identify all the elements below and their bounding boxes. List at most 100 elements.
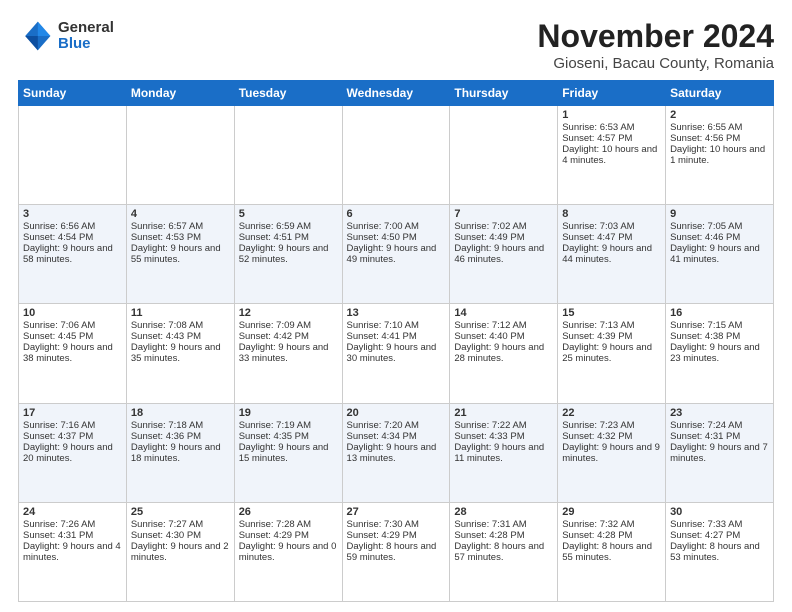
day-info: Sunrise: 7:15 AM	[670, 320, 769, 331]
day-number: 16	[670, 307, 769, 319]
calendar-header-row: SundayMondayTuesdayWednesdayThursdayFrid…	[19, 81, 774, 106]
day-info: Sunset: 4:37 PM	[23, 431, 122, 442]
day-info: Sunrise: 6:53 AM	[562, 122, 661, 133]
calendar-cell: 28Sunrise: 7:31 AMSunset: 4:28 PMDayligh…	[450, 502, 558, 601]
day-info: Sunset: 4:50 PM	[347, 232, 446, 243]
day-info: Daylight: 8 hours and 53 minutes.	[670, 541, 769, 563]
day-info: Daylight: 9 hours and 28 minutes.	[454, 342, 553, 364]
day-info: Sunrise: 7:03 AM	[562, 221, 661, 232]
weekday-header-monday: Monday	[126, 81, 234, 106]
calendar-cell: 4Sunrise: 6:57 AMSunset: 4:53 PMDaylight…	[126, 205, 234, 304]
day-number: 13	[347, 307, 446, 319]
day-info: Sunrise: 7:23 AM	[562, 420, 661, 431]
calendar-cell: 7Sunrise: 7:02 AMSunset: 4:49 PMDaylight…	[450, 205, 558, 304]
weekday-header-saturday: Saturday	[666, 81, 774, 106]
weekday-header-thursday: Thursday	[450, 81, 558, 106]
day-info: Daylight: 9 hours and 15 minutes.	[239, 442, 338, 464]
day-number: 21	[454, 407, 553, 419]
day-info: Sunset: 4:36 PM	[131, 431, 230, 442]
calendar-cell: 6Sunrise: 7:00 AMSunset: 4:50 PMDaylight…	[342, 205, 450, 304]
day-info: Daylight: 9 hours and 52 minutes.	[239, 243, 338, 265]
day-info: Daylight: 9 hours and 58 minutes.	[23, 243, 122, 265]
day-info: Sunrise: 7:20 AM	[347, 420, 446, 431]
day-info: Daylight: 9 hours and 25 minutes.	[562, 342, 661, 364]
weekday-header-friday: Friday	[558, 81, 666, 106]
weekday-header-wednesday: Wednesday	[342, 81, 450, 106]
day-info: Sunset: 4:34 PM	[347, 431, 446, 442]
day-info: Sunrise: 6:56 AM	[23, 221, 122, 232]
day-info: Sunrise: 7:19 AM	[239, 420, 338, 431]
day-info: Daylight: 9 hours and 20 minutes.	[23, 442, 122, 464]
day-number: 5	[239, 208, 338, 220]
day-info: Sunset: 4:28 PM	[454, 530, 553, 541]
day-info: Sunset: 4:46 PM	[670, 232, 769, 243]
calendar-cell: 20Sunrise: 7:20 AMSunset: 4:34 PMDayligh…	[342, 403, 450, 502]
day-info: Sunset: 4:54 PM	[23, 232, 122, 243]
calendar-cell	[342, 106, 450, 205]
day-info: Daylight: 9 hours and 7 minutes.	[670, 442, 769, 464]
calendar-cell	[234, 106, 342, 205]
day-info: Daylight: 9 hours and 11 minutes.	[454, 442, 553, 464]
calendar-cell: 15Sunrise: 7:13 AMSunset: 4:39 PMDayligh…	[558, 304, 666, 403]
logo-icon	[18, 18, 54, 54]
day-info: Daylight: 9 hours and 13 minutes.	[347, 442, 446, 464]
day-number: 8	[562, 208, 661, 220]
logo-general-text: General	[58, 20, 114, 37]
calendar-cell: 16Sunrise: 7:15 AMSunset: 4:38 PMDayligh…	[666, 304, 774, 403]
calendar-week-4: 17Sunrise: 7:16 AMSunset: 4:37 PMDayligh…	[19, 403, 774, 502]
day-info: Daylight: 9 hours and 4 minutes.	[23, 541, 122, 563]
calendar-week-2: 3Sunrise: 6:56 AMSunset: 4:54 PMDaylight…	[19, 205, 774, 304]
day-info: Sunrise: 7:18 AM	[131, 420, 230, 431]
calendar-cell: 9Sunrise: 7:05 AMSunset: 4:46 PMDaylight…	[666, 205, 774, 304]
day-info: Sunset: 4:57 PM	[562, 133, 661, 144]
calendar-cell: 2Sunrise: 6:55 AMSunset: 4:56 PMDaylight…	[666, 106, 774, 205]
calendar-cell: 13Sunrise: 7:10 AMSunset: 4:41 PMDayligh…	[342, 304, 450, 403]
day-info: Daylight: 9 hours and 30 minutes.	[347, 342, 446, 364]
day-info: Sunset: 4:32 PM	[562, 431, 661, 442]
day-info: Daylight: 8 hours and 59 minutes.	[347, 541, 446, 563]
day-info: Sunrise: 7:31 AM	[454, 519, 553, 530]
day-info: Daylight: 9 hours and 35 minutes.	[131, 342, 230, 364]
day-info: Sunset: 4:49 PM	[454, 232, 553, 243]
day-info: Sunset: 4:30 PM	[131, 530, 230, 541]
logo-blue-text: Blue	[58, 36, 114, 53]
calendar-week-3: 10Sunrise: 7:06 AMSunset: 4:45 PMDayligh…	[19, 304, 774, 403]
calendar-week-5: 24Sunrise: 7:26 AMSunset: 4:31 PMDayligh…	[19, 502, 774, 601]
day-number: 18	[131, 407, 230, 419]
day-number: 28	[454, 506, 553, 518]
weekday-header-sunday: Sunday	[19, 81, 127, 106]
day-info: Daylight: 8 hours and 55 minutes.	[562, 541, 661, 563]
calendar-cell: 30Sunrise: 7:33 AMSunset: 4:27 PMDayligh…	[666, 502, 774, 601]
day-info: Sunrise: 7:02 AM	[454, 221, 553, 232]
day-info: Daylight: 9 hours and 0 minutes.	[239, 541, 338, 563]
day-info: Sunrise: 7:06 AM	[23, 320, 122, 331]
day-info: Daylight: 9 hours and 9 minutes.	[562, 442, 661, 464]
day-number: 26	[239, 506, 338, 518]
day-number: 9	[670, 208, 769, 220]
subtitle: Gioseni, Bacau County, Romania	[537, 55, 774, 72]
day-info: Sunset: 4:40 PM	[454, 331, 553, 342]
calendar-cell: 17Sunrise: 7:16 AMSunset: 4:37 PMDayligh…	[19, 403, 127, 502]
day-info: Daylight: 9 hours and 41 minutes.	[670, 243, 769, 265]
calendar-cell: 22Sunrise: 7:23 AMSunset: 4:32 PMDayligh…	[558, 403, 666, 502]
calendar-cell: 21Sunrise: 7:22 AMSunset: 4:33 PMDayligh…	[450, 403, 558, 502]
calendar-cell: 29Sunrise: 7:32 AMSunset: 4:28 PMDayligh…	[558, 502, 666, 601]
day-info: Sunset: 4:53 PM	[131, 232, 230, 243]
day-info: Sunrise: 7:08 AM	[131, 320, 230, 331]
day-info: Daylight: 9 hours and 38 minutes.	[23, 342, 122, 364]
day-number: 29	[562, 506, 661, 518]
day-info: Sunset: 4:42 PM	[239, 331, 338, 342]
day-info: Sunrise: 7:27 AM	[131, 519, 230, 530]
day-info: Sunrise: 7:05 AM	[670, 221, 769, 232]
day-info: Daylight: 9 hours and 2 minutes.	[131, 541, 230, 563]
day-number: 12	[239, 307, 338, 319]
day-info: Sunset: 4:56 PM	[670, 133, 769, 144]
calendar-cell: 19Sunrise: 7:19 AMSunset: 4:35 PMDayligh…	[234, 403, 342, 502]
day-info: Sunset: 4:29 PM	[347, 530, 446, 541]
day-info: Sunrise: 6:55 AM	[670, 122, 769, 133]
day-info: Daylight: 9 hours and 23 minutes.	[670, 342, 769, 364]
day-info: Sunrise: 6:59 AM	[239, 221, 338, 232]
day-info: Sunset: 4:45 PM	[23, 331, 122, 342]
logo: General Blue	[18, 18, 114, 54]
day-number: 1	[562, 109, 661, 121]
